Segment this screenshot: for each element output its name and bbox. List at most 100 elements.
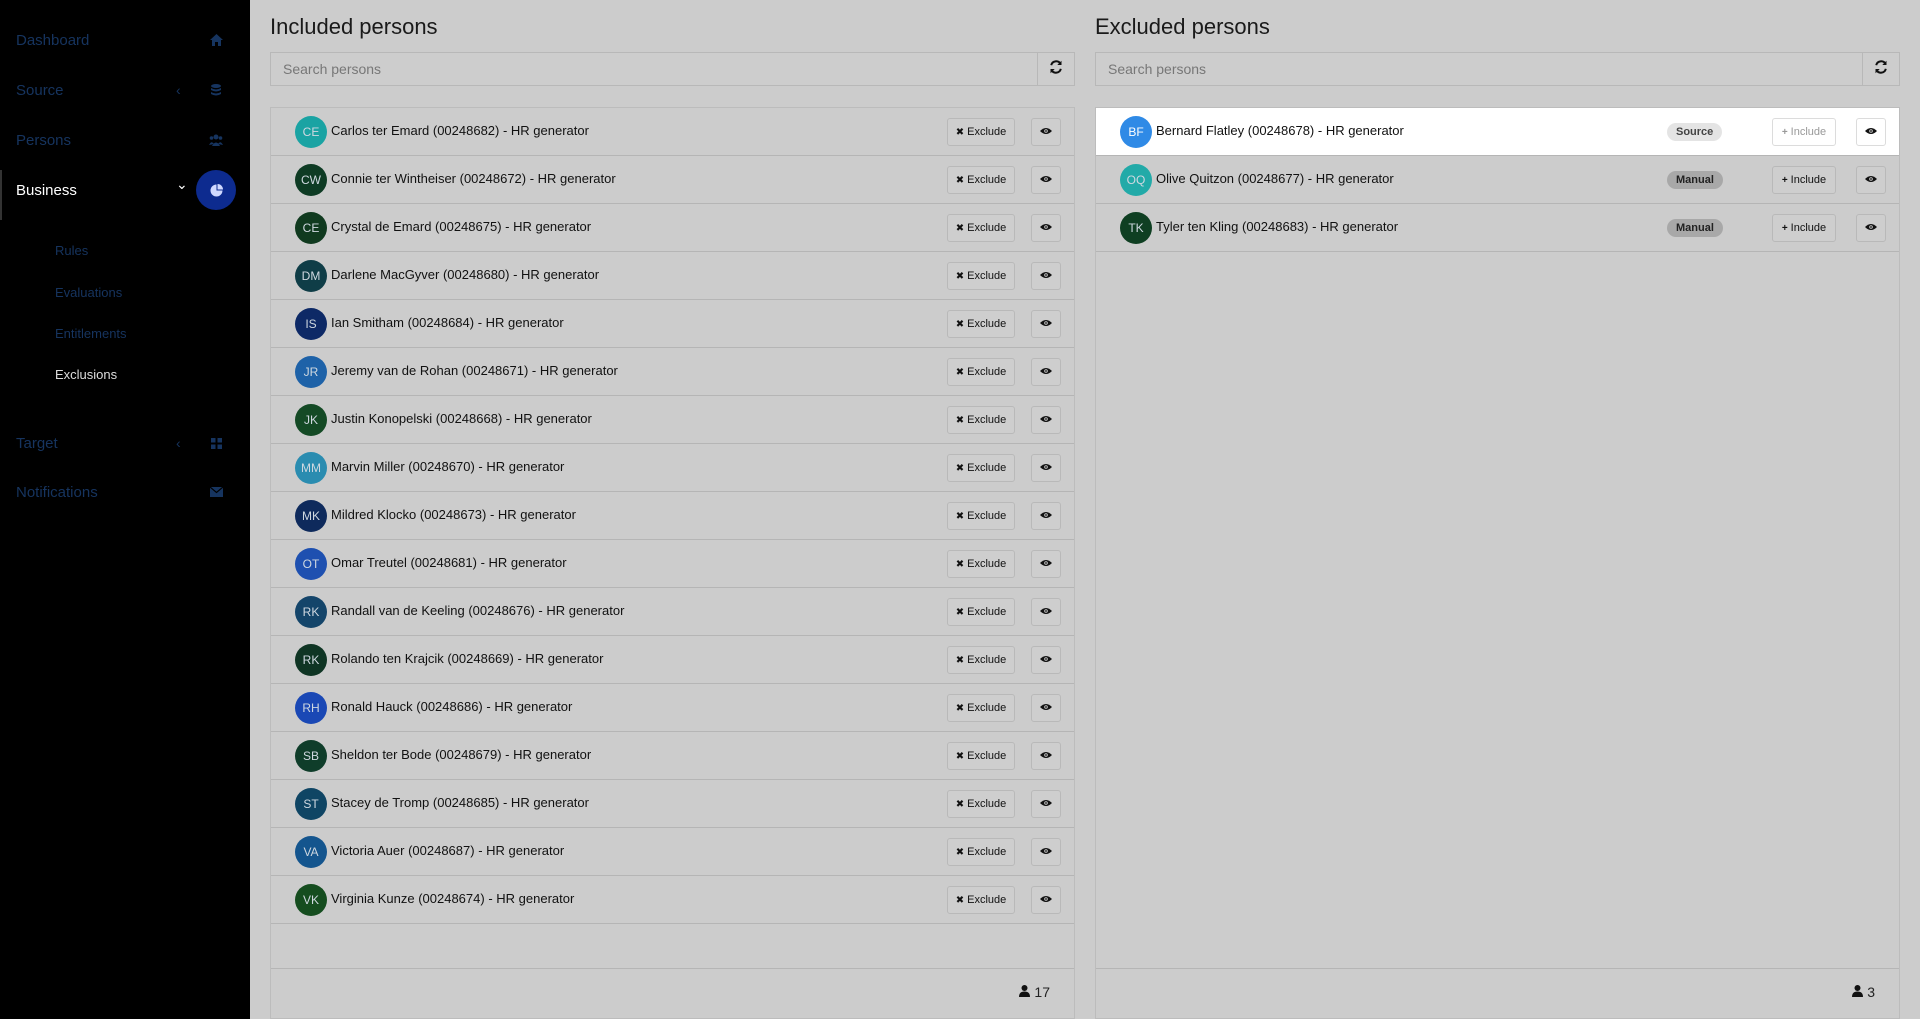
table-row: CE Carlos ter Emard (00248682) - HR gener…	[271, 108, 1074, 156]
button-label: Include	[1790, 174, 1827, 186]
close-icon: ✖	[955, 606, 965, 618]
view-button[interactable]	[1031, 838, 1061, 866]
sidebar: Dashboard Source ‹ Persons Business ⌄ Ru…	[0, 0, 251, 1019]
person-name: Darlene MacGyver (00248680) - HR generat…	[331, 267, 600, 282]
home-icon	[206, 30, 226, 50]
view-button[interactable]	[1031, 406, 1061, 434]
user-icon	[1019, 984, 1031, 1000]
person-name: Justin Konopelski (00248668) - HR genera…	[331, 411, 592, 426]
exclude-button[interactable]: ✖ Exclude	[947, 598, 1015, 626]
avatar: RH	[295, 692, 327, 724]
exclude-button[interactable]: ✖ Exclude	[947, 742, 1015, 770]
exclude-button[interactable]: ✖ Exclude	[947, 646, 1015, 674]
nav-business[interactable]: Business ⌄	[0, 168, 250, 212]
button-label: Exclude	[967, 606, 1007, 618]
include-button[interactable]: + Include	[1772, 118, 1836, 146]
excluded-search-input[interactable]	[1096, 53, 1863, 85]
included-footer: 17	[271, 968, 1074, 1018]
view-button[interactable]	[1031, 550, 1061, 578]
avatar: MK	[295, 500, 327, 532]
exclude-button[interactable]: ✖ Exclude	[947, 406, 1015, 434]
include-button[interactable]: + Include	[1772, 214, 1836, 242]
button-label: Exclude	[967, 846, 1007, 858]
exclude-button[interactable]: ✖ Exclude	[947, 262, 1015, 290]
view-button[interactable]	[1031, 598, 1061, 626]
exclude-button[interactable]: ✖ Exclude	[947, 886, 1015, 914]
table-row: VA Victoria Auer (00248687) - HR generato…	[271, 828, 1074, 876]
button-label: Exclude	[967, 414, 1007, 426]
avatar: BF	[1120, 116, 1152, 148]
view-button[interactable]	[1031, 118, 1061, 146]
view-button[interactable]	[1031, 742, 1061, 770]
exclude-button[interactable]: ✖ Exclude	[947, 838, 1015, 866]
nav-persons[interactable]: Persons	[0, 118, 250, 162]
included-count: 17	[1019, 984, 1050, 1000]
view-button[interactable]	[1031, 790, 1061, 818]
include-button[interactable]: + Include	[1772, 166, 1836, 194]
exclude-button[interactable]: ✖ Exclude	[947, 454, 1015, 482]
status-badge: Manual	[1667, 219, 1723, 237]
button-label: Exclude	[967, 270, 1007, 282]
view-button[interactable]	[1031, 358, 1061, 386]
exclude-button[interactable]: ✖ Exclude	[947, 166, 1015, 194]
avatar: VA	[295, 836, 327, 868]
avatar: OQ	[1120, 164, 1152, 196]
close-icon: ✖	[955, 222, 965, 234]
exclude-button[interactable]: ✖ Exclude	[947, 310, 1015, 338]
view-button[interactable]	[1856, 214, 1886, 242]
exclude-button[interactable]: ✖ Exclude	[947, 502, 1015, 530]
person-name: Omar Treutel (00248681) - HR generator	[331, 555, 567, 570]
view-button[interactable]	[1031, 886, 1061, 914]
eye-icon	[1040, 270, 1052, 282]
view-button[interactable]	[1856, 166, 1886, 194]
nav-target[interactable]: Target ‹	[0, 421, 250, 465]
eye-icon	[1040, 462, 1052, 474]
button-label: Exclude	[967, 318, 1007, 330]
exclude-button[interactable]: ✖ Exclude	[947, 694, 1015, 722]
included-search-input[interactable]	[271, 53, 1038, 85]
avatar: RK	[295, 596, 327, 628]
nav-source[interactable]: Source ‹	[0, 68, 250, 112]
exclude-button[interactable]: ✖ Exclude	[947, 790, 1015, 818]
table-row: RH Ronald Hauck (00248686) - HR generator…	[271, 684, 1074, 732]
nav-sub-rules[interactable]: Rules	[55, 243, 88, 258]
view-button[interactable]	[1031, 502, 1061, 530]
avatar: CW	[295, 164, 327, 196]
view-button[interactable]	[1031, 214, 1061, 242]
exclude-button[interactable]: ✖ Exclude	[947, 550, 1015, 578]
view-button[interactable]	[1031, 454, 1061, 482]
nav-notifications[interactable]: Notifications	[0, 470, 250, 514]
nav-sub-entitlements[interactable]: Entitlements	[55, 326, 127, 341]
included-refresh-button[interactable]	[1037, 53, 1074, 85]
close-icon: ✖	[955, 174, 965, 186]
nav-sub-evaluations[interactable]: Evaluations	[55, 285, 122, 300]
person-name: Randall van de Keeling (00248676) - HR g…	[331, 603, 625, 618]
excluded-refresh-button[interactable]	[1862, 53, 1899, 85]
avatar: IS	[295, 308, 327, 340]
view-button[interactable]	[1031, 166, 1061, 194]
view-button[interactable]	[1031, 310, 1061, 338]
users-icon	[206, 130, 226, 150]
view-button[interactable]	[1031, 262, 1061, 290]
exclude-button[interactable]: ✖ Exclude	[947, 358, 1015, 386]
button-label: Exclude	[967, 654, 1007, 666]
excluded-search	[1095, 52, 1900, 86]
close-icon: ✖	[955, 558, 965, 570]
table-row: VK Virginia Kunze (00248674) - HR generat…	[271, 876, 1074, 924]
close-icon: ✖	[955, 702, 965, 714]
exclude-button[interactable]: ✖ Exclude	[947, 118, 1015, 146]
eye-icon	[1040, 414, 1052, 426]
view-button[interactable]	[1031, 646, 1061, 674]
table-row: RK Randall van de Keeling (00248676) - HR…	[271, 588, 1074, 636]
close-icon: ✖	[955, 510, 965, 522]
exclude-button[interactable]: ✖ Exclude	[947, 214, 1015, 242]
view-button[interactable]	[1856, 118, 1886, 146]
table-row: BF Bernard Flatley (00248678) - HR genera…	[1096, 108, 1899, 156]
avatar: JR	[295, 356, 327, 388]
close-icon: ✖	[955, 366, 965, 378]
nav-sub-exclusions[interactable]: Exclusions	[55, 367, 117, 382]
person-name: Stacey de Tromp (00248685) - HR generato…	[331, 795, 589, 810]
view-button[interactable]	[1031, 694, 1061, 722]
nav-dashboard[interactable]: Dashboard	[0, 18, 250, 62]
person-name: Virginia Kunze (00248674) - HR generator	[331, 891, 575, 906]
